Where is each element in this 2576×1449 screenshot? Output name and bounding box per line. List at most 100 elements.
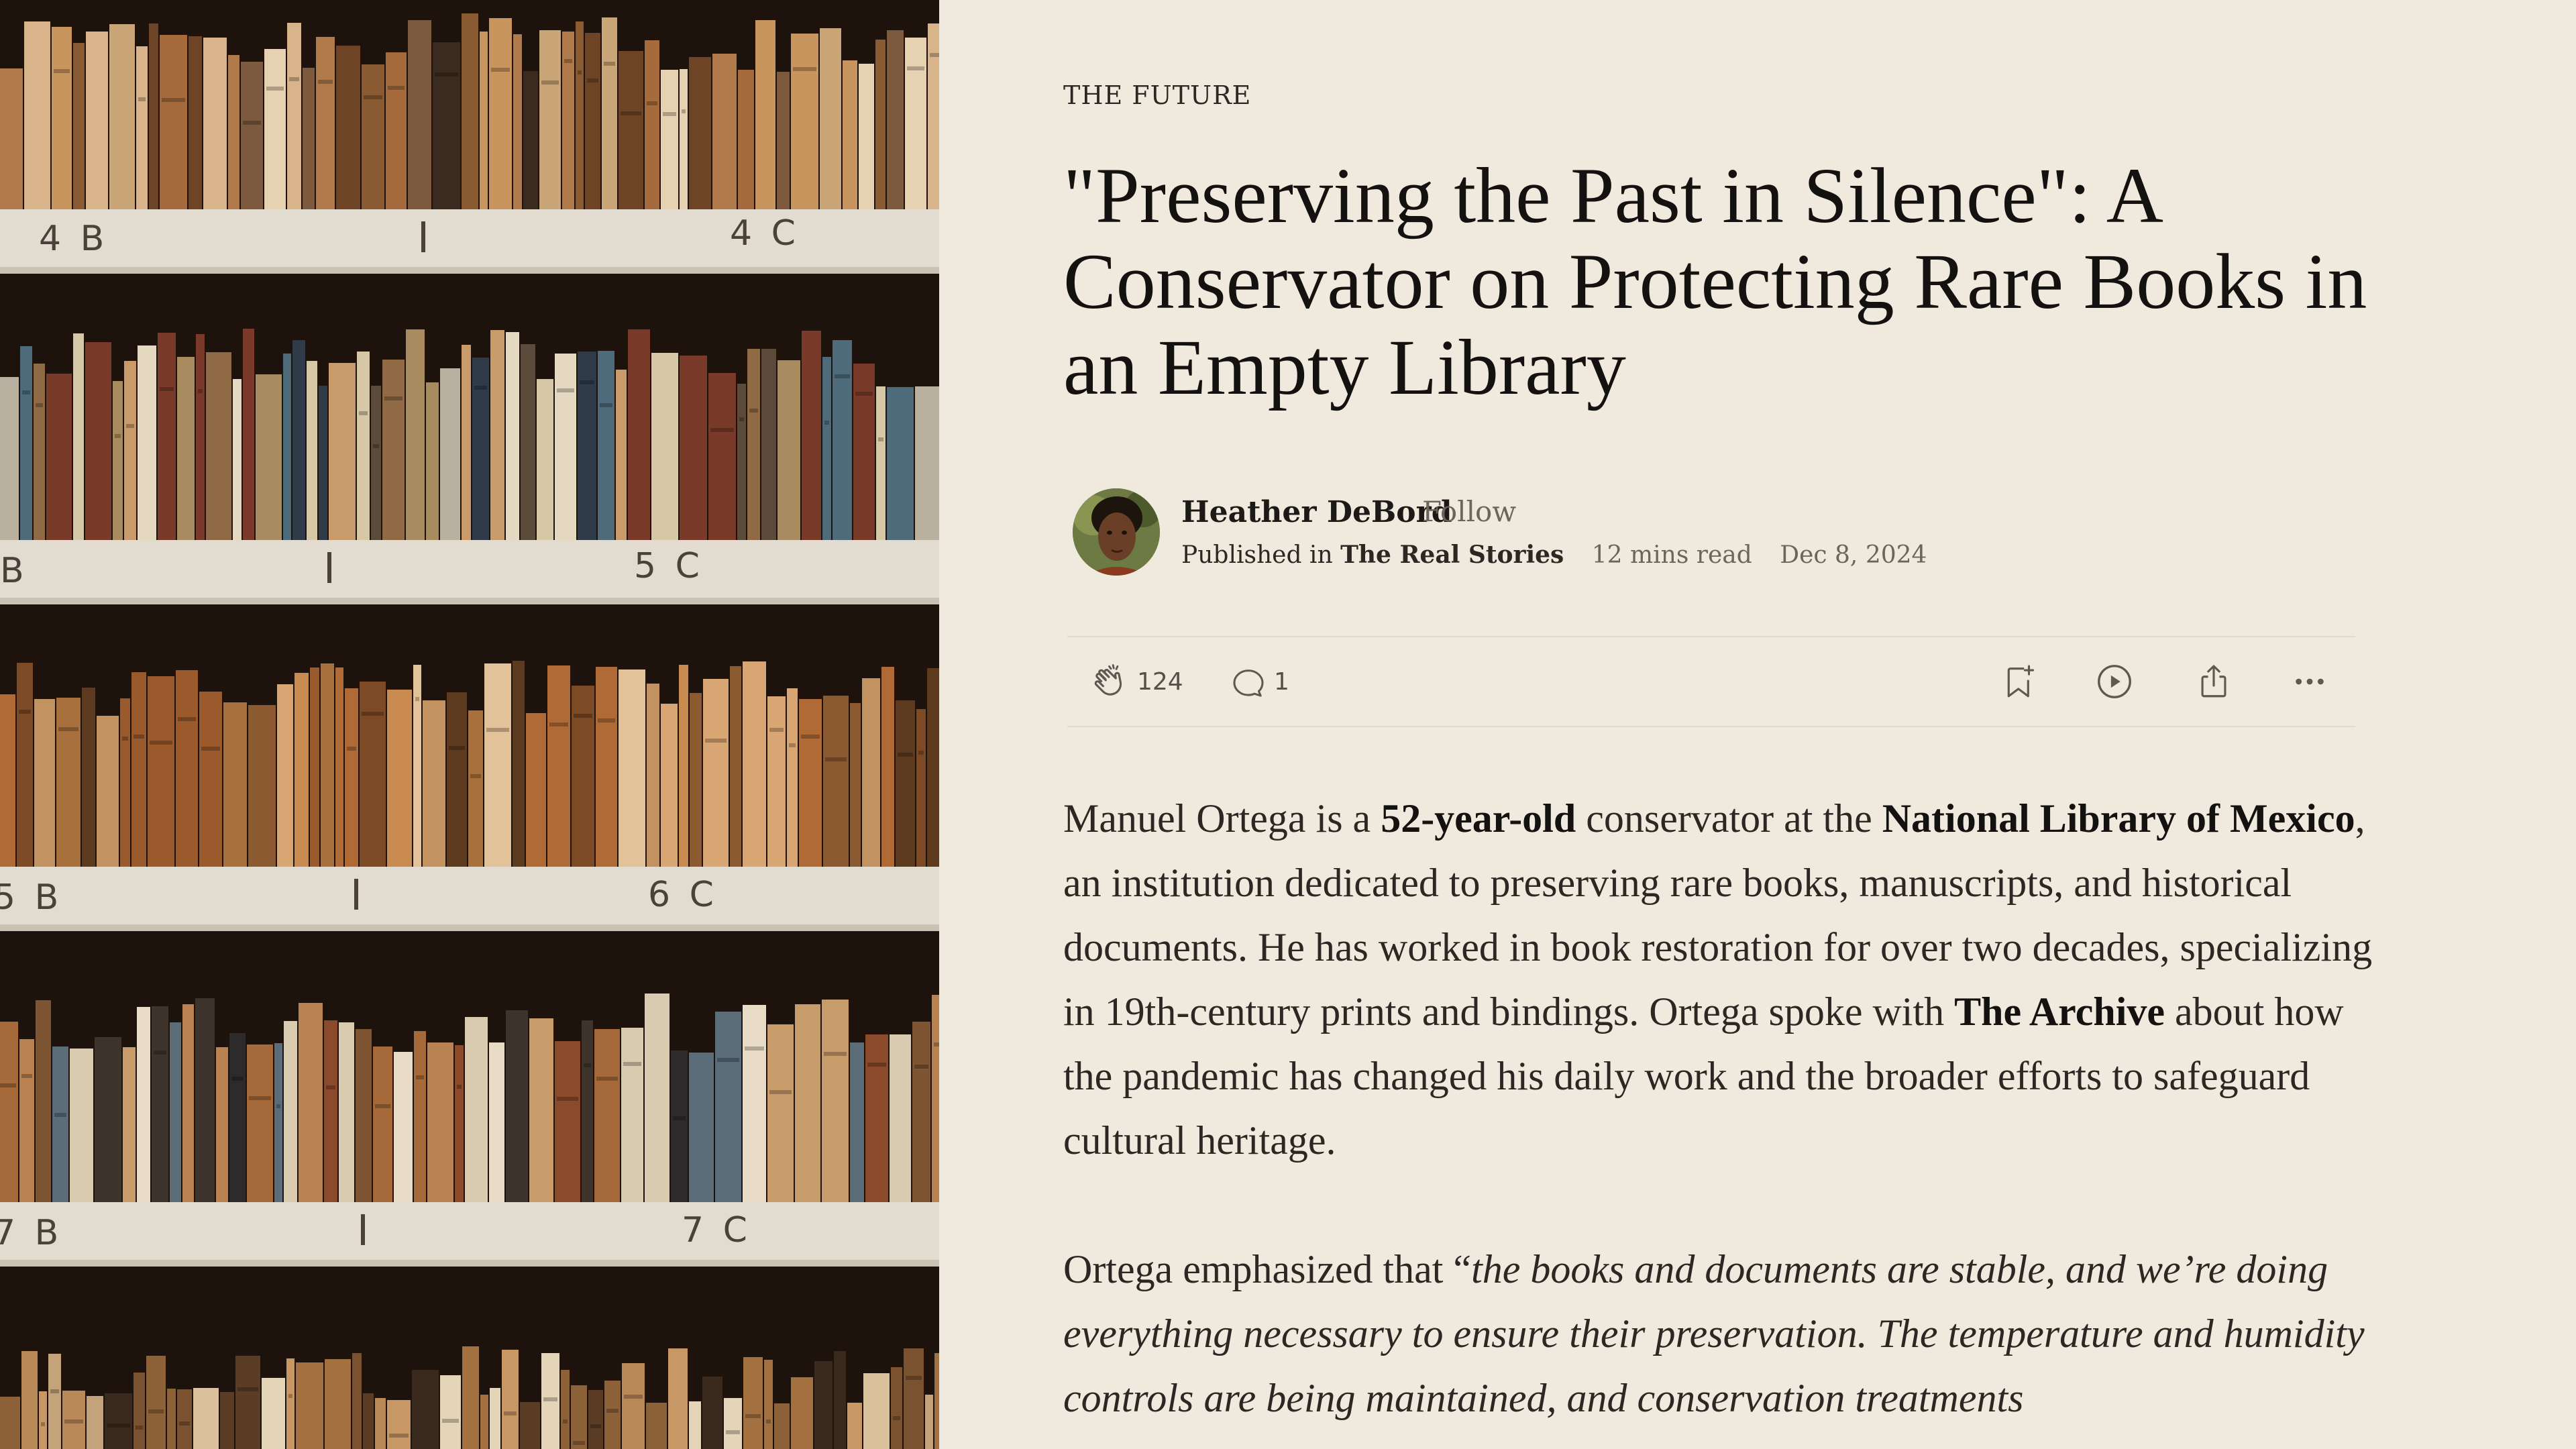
book-spine [576, 21, 584, 209]
book-spine [85, 342, 111, 540]
book-spine [594, 1029, 620, 1202]
spine-band [504, 1411, 517, 1415]
spine-band [58, 727, 78, 731]
book-spine [520, 1402, 540, 1449]
spine-band [198, 389, 203, 393]
book-spine [743, 1357, 763, 1449]
bookmark-button[interactable] [2000, 637, 2039, 726]
spine-band [22, 390, 30, 394]
book-spine [105, 1393, 132, 1449]
spine-band [705, 739, 727, 743]
clap-icon [1094, 664, 1122, 696]
clap-count: 124 [1137, 667, 1183, 696]
spine-band [107, 1424, 130, 1428]
book-spine [521, 344, 535, 540]
book-spine [408, 20, 431, 209]
author-avatar[interactable] [1073, 488, 1160, 576]
section-kicker[interactable]: THE FUTURE [1063, 80, 1251, 110]
book-spine [286, 1358, 294, 1449]
shelf-edge-shadow [0, 267, 939, 274]
book-spine [881, 667, 894, 867]
spine-band [663, 112, 676, 116]
book-spine [324, 1020, 337, 1202]
book-spine [645, 40, 659, 209]
book-spine [571, 1385, 587, 1449]
shelf-edge [0, 540, 939, 598]
book-spine [73, 333, 84, 540]
book-spine [148, 676, 174, 867]
shelf-divider-tick [327, 552, 331, 583]
book-spine [455, 1045, 464, 1202]
shelf-label-5c: 5 C [634, 546, 704, 586]
book-spine [539, 30, 561, 209]
book-spine [513, 661, 525, 867]
clap-button[interactable]: 124 [1089, 637, 1183, 726]
book-spine [932, 995, 939, 1202]
book-spine [761, 349, 776, 540]
book-spine [243, 329, 254, 540]
author-name[interactable]: Heather DeBord [1181, 495, 1452, 529]
spine-band [162, 98, 185, 102]
published-prefix: Published in [1181, 541, 1333, 569]
spine-band [442, 1419, 459, 1423]
spine-band [326, 1085, 335, 1089]
spine-band [745, 1414, 761, 1418]
book-spine [73, 43, 85, 209]
book-spine [596, 667, 617, 867]
book-spine [853, 364, 875, 540]
book-spine [822, 1000, 849, 1202]
spine-band [824, 421, 829, 425]
book-spine [820, 28, 841, 209]
comment-button[interactable]: 1 [1230, 637, 1289, 726]
book-spine [598, 351, 614, 540]
publication-link[interactable]: The Real Stories [1340, 541, 1564, 569]
text-run: Ortega emphasized that “ [1063, 1247, 1472, 1291]
book-spine [847, 1403, 862, 1449]
follow-button[interactable]: Follow [1422, 495, 1516, 528]
book-spine [235, 1356, 260, 1449]
book-spine [70, 1049, 93, 1202]
book-spine [262, 1378, 285, 1449]
book-spine [791, 34, 818, 209]
spine-band [647, 101, 657, 105]
listen-button[interactable] [2094, 637, 2135, 726]
book-spine [506, 332, 519, 540]
book-spine [489, 18, 512, 209]
more-options-button[interactable] [2291, 637, 2328, 726]
book-spine [738, 70, 754, 209]
shelf-label-6b: 5 B [0, 877, 63, 918]
book-spine [506, 1010, 528, 1202]
book-spine [850, 1042, 864, 1202]
spine-band [893, 1416, 900, 1420]
book-spine [39, 1391, 47, 1449]
shelf-edge-shadow [0, 598, 939, 604]
book-spine [352, 1353, 362, 1449]
shelf-label-7b: 7 B [0, 1213, 63, 1253]
book-spine [572, 686, 594, 867]
spine-band [150, 741, 172, 745]
book-spine [52, 1046, 68, 1202]
spine-band [604, 62, 615, 66]
spine-band [457, 1085, 462, 1089]
book-spine [934, 1353, 939, 1449]
spine-band [435, 72, 458, 76]
book-spine [195, 998, 215, 1202]
spine-band [237, 1387, 258, 1391]
book-spine [146, 1356, 166, 1449]
spine-band [557, 388, 574, 392]
book-spine [865, 1034, 888, 1202]
book-spine [715, 1012, 741, 1202]
book-spine [905, 38, 926, 209]
book-spine [277, 684, 293, 867]
book-spine [915, 386, 939, 540]
book-spine [176, 670, 198, 867]
book-spine [356, 1029, 372, 1202]
share-button[interactable] [2194, 637, 2233, 726]
book-spine [113, 381, 123, 540]
shelf-edge-shadow [0, 1260, 939, 1267]
book-spine [925, 1395, 933, 1449]
spine-band [549, 722, 568, 727]
spine-band [717, 1058, 739, 1062]
spine-band [726, 1430, 740, 1434]
book-spine [555, 1041, 580, 1202]
